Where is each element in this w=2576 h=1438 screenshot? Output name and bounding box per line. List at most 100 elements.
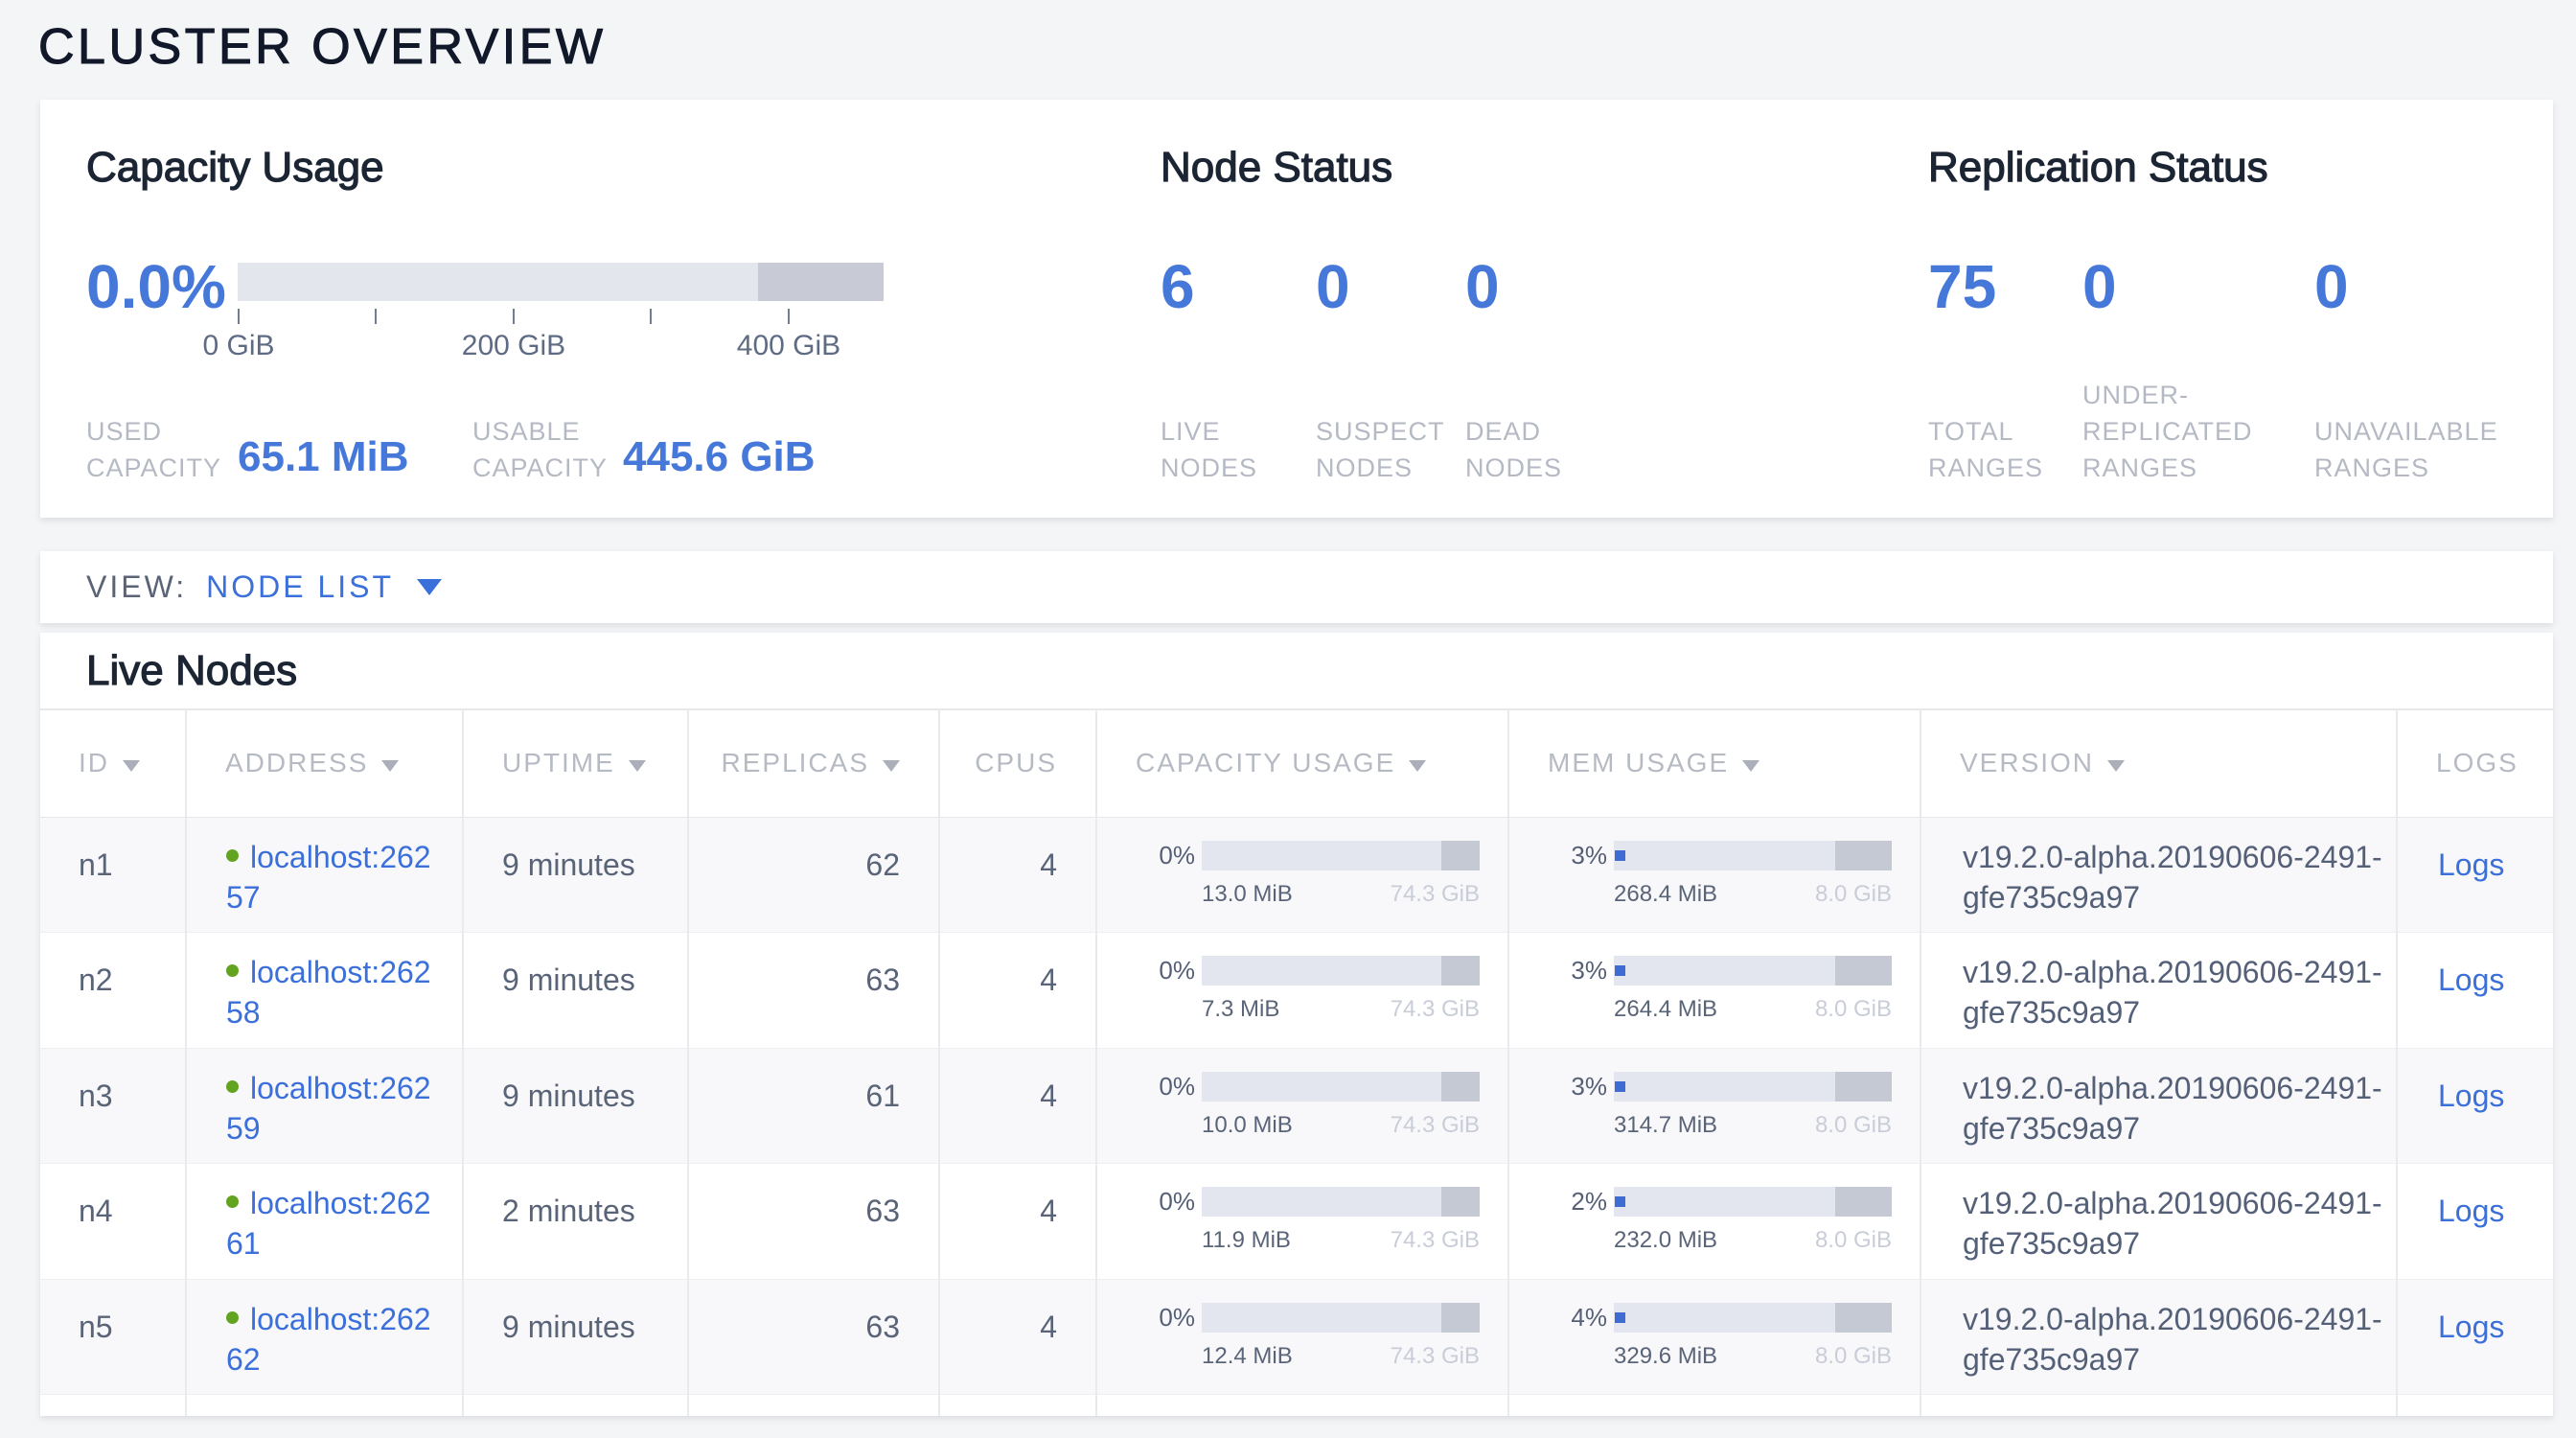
node-logs-cell: Logs xyxy=(2397,1048,2553,1164)
empty-cell xyxy=(186,1395,463,1417)
node-cpus-cell: 4 xyxy=(939,1164,1096,1280)
usage-bar xyxy=(1614,1303,1892,1333)
used-capacity-value: 65.1 MiB xyxy=(238,433,409,481)
node-logs-link[interactable]: Logs xyxy=(2438,847,2504,882)
usage-bar xyxy=(1202,956,1480,986)
usage-percent: 3% xyxy=(1548,1072,1607,1139)
reserved-segment xyxy=(1441,1187,1480,1217)
node-version: v19.2.0-alpha.20190606-2491-gfe735c9a97 xyxy=(1963,1068,2396,1148)
node-replicas: 62 xyxy=(865,847,900,882)
usage-bar xyxy=(1202,841,1480,870)
node-address-link[interactable]: localhost:26258 xyxy=(226,955,431,1030)
table-row-n2: n2localhost:262589 minutes6340%7.3 MiB74… xyxy=(40,933,2553,1049)
usage-used-value: 268.4 MiB xyxy=(1614,881,1717,908)
usage-used-value: 329.6 MiB xyxy=(1614,1343,1717,1370)
node-version-cell: v19.2.0-alpha.20190606-2491-gfe735c9a97 xyxy=(1920,933,2397,1049)
usage-bar xyxy=(1614,1187,1892,1217)
usage-percent: 0% xyxy=(1136,1303,1195,1370)
view-label: VIEW: xyxy=(86,569,187,605)
sort-descending-icon[interactable] xyxy=(381,760,399,772)
capacity-usage-cell: 0%7.3 MiB74.3 GiB xyxy=(1096,933,1508,1049)
node-version: v19.2.0-alpha.20190606-2491-gfe735c9a97 xyxy=(1963,837,2396,917)
dead-nodes-value: 0 xyxy=(1465,252,1628,321)
node-address-link[interactable]: localhost:26257 xyxy=(226,840,431,915)
capacity-bar-track xyxy=(238,263,884,301)
live-nodes-value: 6 xyxy=(1161,252,1316,321)
node-version: v19.2.0-alpha.20190606-2491-gfe735c9a97 xyxy=(1963,952,2396,1032)
usage-used-value: 7.3 MiB xyxy=(1202,996,1279,1023)
node-logs-link[interactable]: Logs xyxy=(2438,1310,2504,1344)
node-uptime: 9 minutes xyxy=(502,963,635,997)
node-logs-link[interactable]: Logs xyxy=(2438,1194,2504,1228)
reserved-segment xyxy=(1835,841,1892,870)
view-dropdown-value[interactable]: NODE LIST xyxy=(206,569,394,605)
capacity-axis-ticks xyxy=(238,301,884,324)
node-healthy-icon xyxy=(226,964,239,977)
table-header-row: IDADDRESSUPTIMEREPLICASCPUSCAPACITY USAG… xyxy=(40,709,2553,817)
node-address-link[interactable]: localhost:26261 xyxy=(226,1186,431,1261)
usage-percent: 2% xyxy=(1548,1187,1607,1254)
node-address-cell: localhost:26257 xyxy=(186,817,463,933)
chevron-down-icon[interactable] xyxy=(417,579,442,595)
node-version: v19.2.0-alpha.20190606-2491-gfe735c9a97 xyxy=(1963,1299,2396,1380)
node-id-cell: n3 xyxy=(40,1048,186,1164)
suspect-nodes-stat: 0 SUSPECT NODES xyxy=(1316,252,1465,486)
sort-descending-icon[interactable] xyxy=(2107,760,2125,772)
node-replicas: 63 xyxy=(865,1310,900,1344)
node-logs-cell: Logs xyxy=(2397,1279,2553,1395)
replication-status-stats: 75 TOTAL RANGES 0 UNDER-REPLICATED RANGE… xyxy=(1928,252,2576,486)
node-logs-link[interactable]: Logs xyxy=(2438,1078,2504,1113)
node-uptime-cell: 9 minutes xyxy=(463,817,688,933)
axis-label-0gib: 0 GiB xyxy=(202,330,274,362)
table-row-partial xyxy=(40,1395,2553,1417)
capacity-axis-labels: 0 GiB 200 GiB 400 GiB xyxy=(238,324,884,359)
node-uptime: 9 minutes xyxy=(502,1078,635,1113)
node-cpus-cell: 4 xyxy=(939,817,1096,933)
node-replicas-cell: 62 xyxy=(688,817,939,933)
node-logs-cell: Logs xyxy=(2397,817,2553,933)
column-header-uptime[interactable]: UPTIME xyxy=(463,709,688,817)
mem-usage-cell: 2%232.0 MiB8.0 GiB xyxy=(1508,1164,1920,1280)
column-header-address[interactable]: ADDRESS xyxy=(186,709,463,817)
used-capacity-label: USED CAPACITY xyxy=(86,413,238,486)
usage-used-value: 13.0 MiB xyxy=(1202,881,1293,908)
sort-descending-icon[interactable] xyxy=(1742,760,1760,772)
column-header-mem-usage[interactable]: MEM USAGE xyxy=(1508,709,1920,817)
sort-descending-icon[interactable] xyxy=(123,760,140,772)
page-title: CLUSTER OVERVIEW xyxy=(38,17,606,77)
node-healthy-icon xyxy=(226,1195,239,1208)
usage-total-value: 8.0 GiB xyxy=(1815,996,1892,1023)
reserved-segment xyxy=(1835,956,1892,986)
used-segment xyxy=(1615,1312,1625,1323)
column-header-id[interactable]: ID xyxy=(40,709,186,817)
used-segment xyxy=(1615,1081,1625,1092)
capacity-usage-bar: 0 GiB 200 GiB 400 GiB xyxy=(238,263,884,359)
sort-descending-icon[interactable] xyxy=(1409,760,1426,772)
column-header-capacity-usage[interactable]: CAPACITY USAGE xyxy=(1096,709,1508,817)
node-id-cell: n4 xyxy=(40,1164,186,1280)
node-logs-link[interactable]: Logs xyxy=(2438,963,2504,997)
node-replicas-cell: 63 xyxy=(688,1279,939,1395)
node-cpus: 4 xyxy=(1040,1194,1057,1228)
column-label: MEM USAGE xyxy=(1548,748,1729,777)
node-healthy-icon xyxy=(226,1080,239,1093)
column-label: ADDRESS xyxy=(225,748,368,777)
node-uptime-cell: 2 minutes xyxy=(463,1164,688,1280)
under-replicated-ranges-label: UNDER-REPLICATED RANGES xyxy=(2082,377,2314,486)
node-address-link[interactable]: localhost:26262 xyxy=(226,1302,431,1377)
sort-descending-icon[interactable] xyxy=(883,760,900,772)
usage-used-value: 11.9 MiB xyxy=(1202,1227,1291,1254)
node-status-stats: 6 LIVE NODES 0 SUSPECT NODES 0 DEAD NODE… xyxy=(1161,252,1628,486)
sort-descending-icon[interactable] xyxy=(629,760,646,772)
capacity-usage-cell: 0%10.0 MiB74.3 GiB xyxy=(1096,1048,1508,1164)
node-healthy-icon xyxy=(226,1311,239,1324)
usage-total-value: 74.3 GiB xyxy=(1391,996,1480,1023)
capacity-usage-cell: 0%12.4 MiB74.3 GiB xyxy=(1096,1279,1508,1395)
node-status-title: Node Status xyxy=(1161,144,1392,192)
column-header-replicas[interactable]: REPLICAS xyxy=(688,709,939,817)
empty-cell xyxy=(1508,1395,1920,1417)
node-replicas-cell: 63 xyxy=(688,933,939,1049)
column-header-version[interactable]: VERSION xyxy=(1920,709,2397,817)
live-nodes-stat: 6 LIVE NODES xyxy=(1161,252,1316,486)
node-address-link[interactable]: localhost:26259 xyxy=(226,1071,431,1146)
